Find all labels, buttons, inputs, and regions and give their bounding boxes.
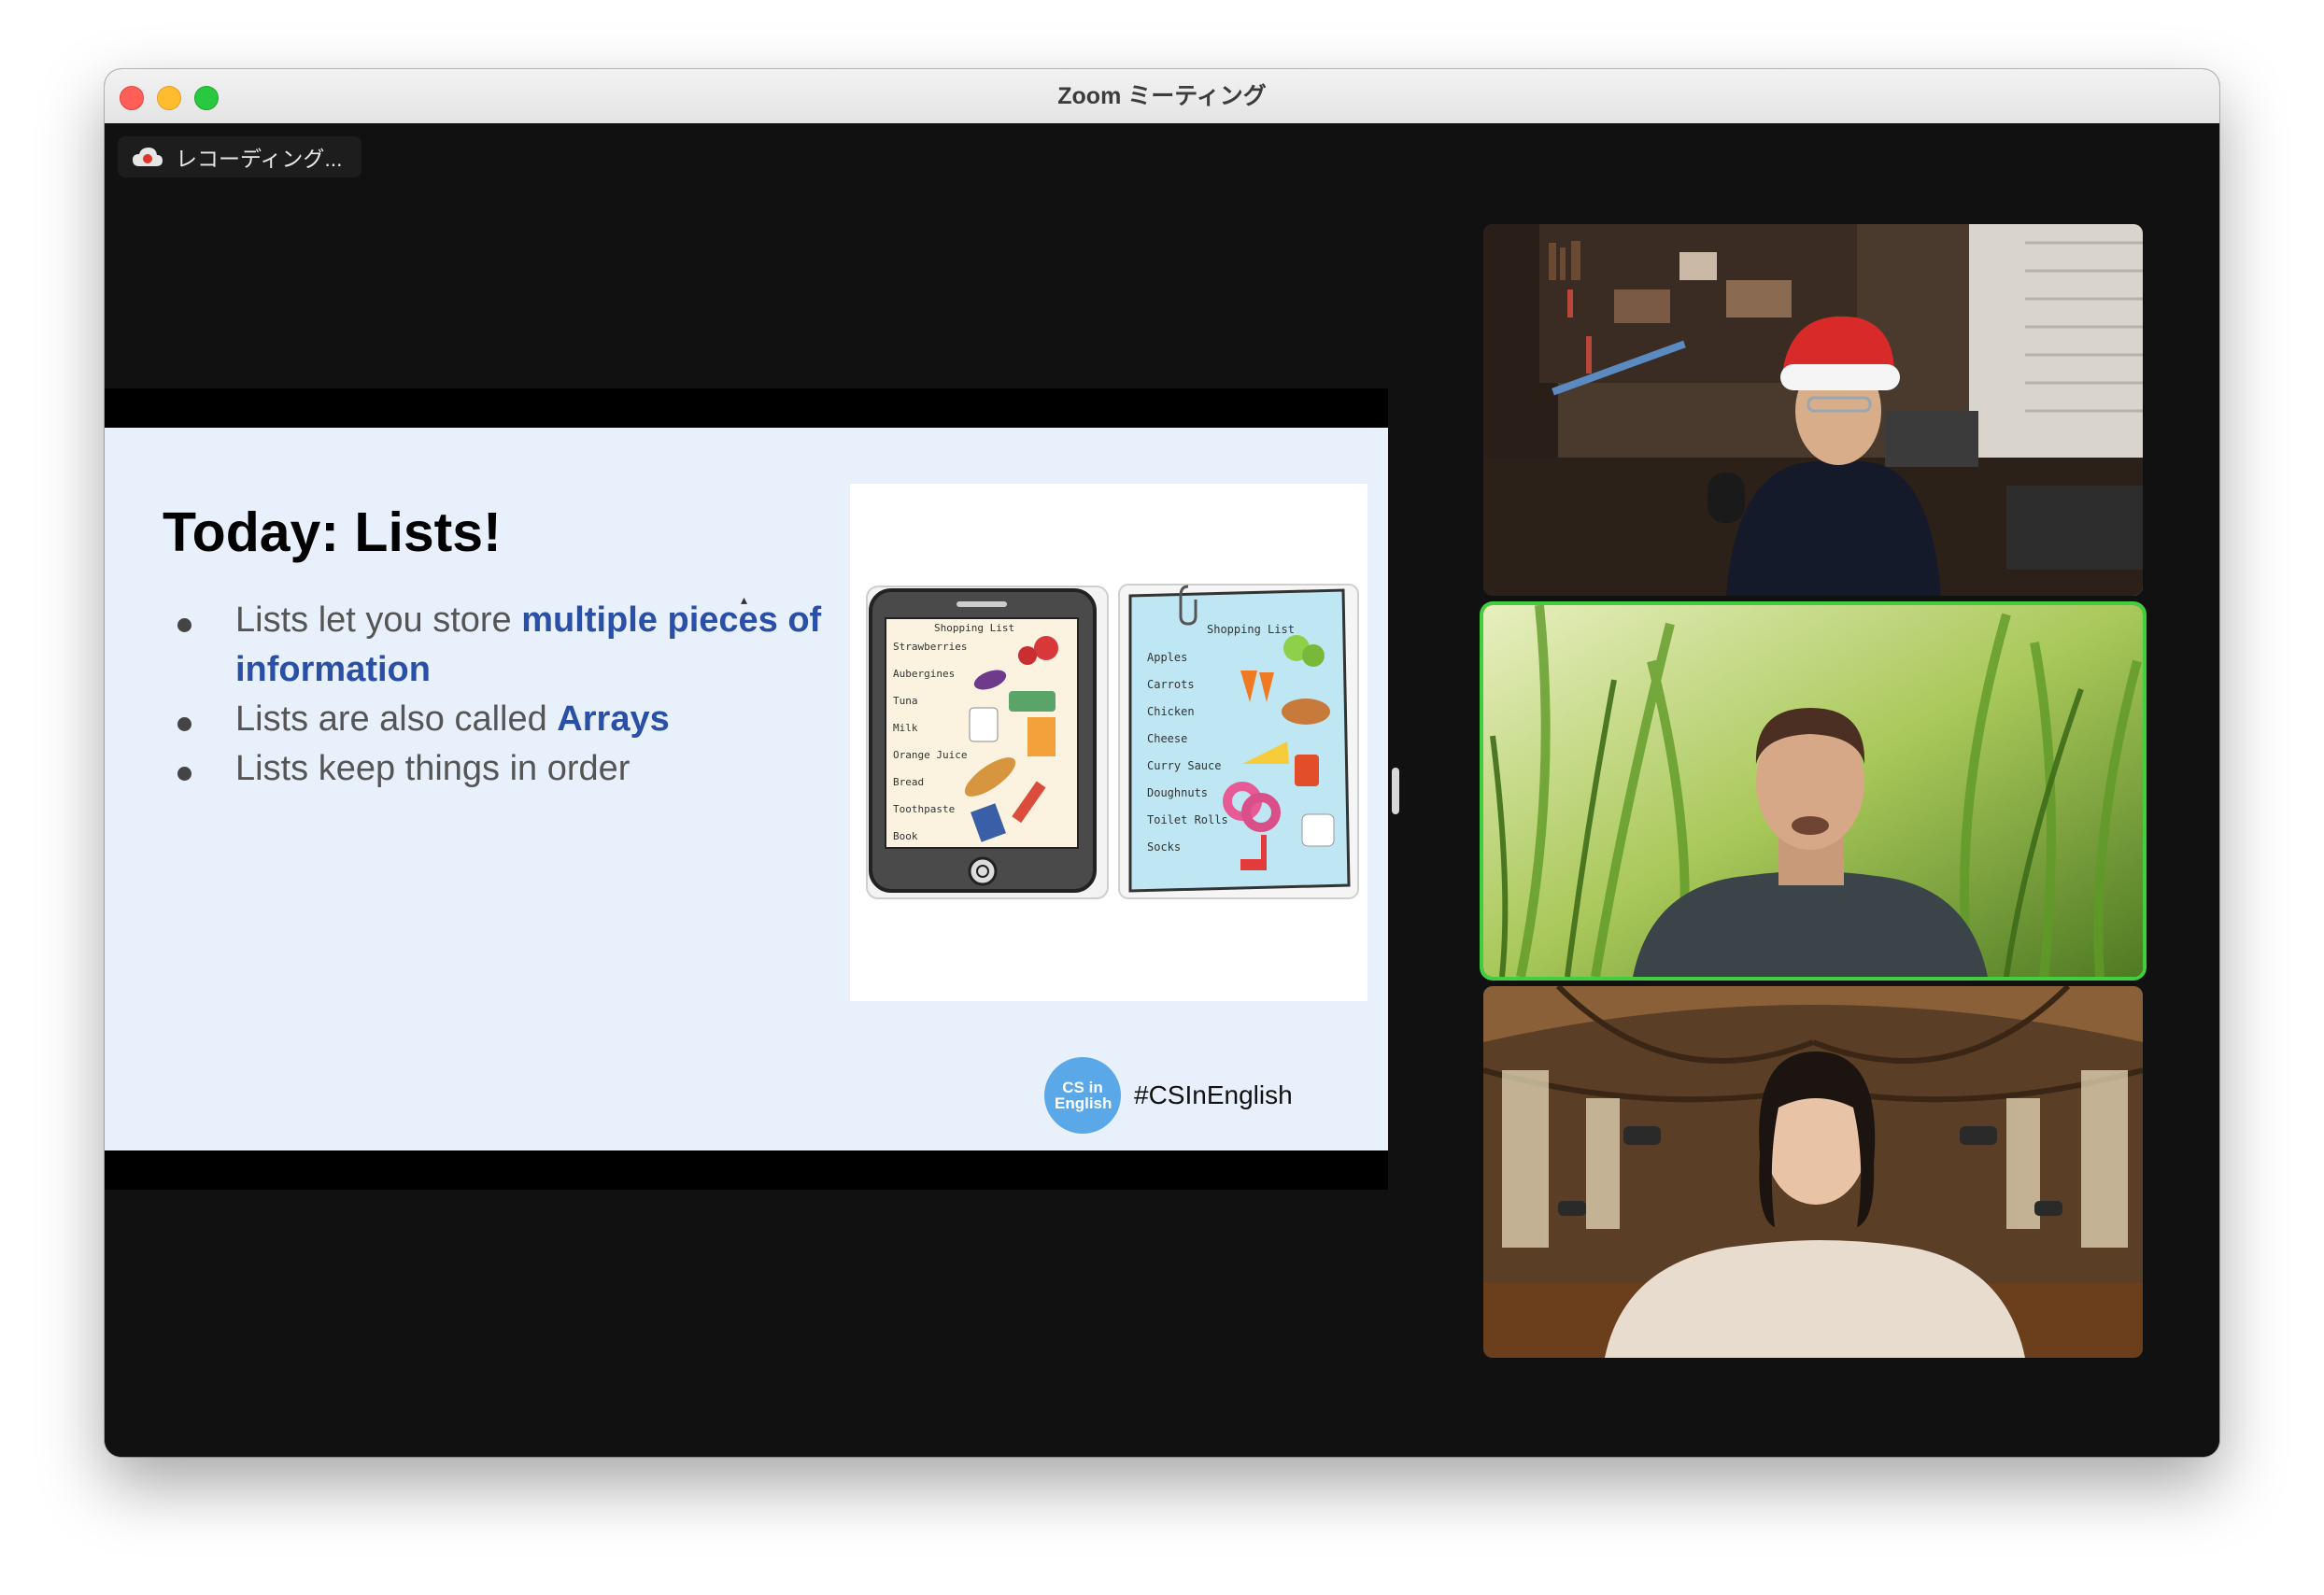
shared-screen[interactable]: Today: Lists! ▴ Lists let you store mult… bbox=[105, 388, 1388, 1190]
tablet-list-header: Shopping List bbox=[934, 622, 1014, 634]
list-item: Cheese bbox=[1147, 732, 1187, 745]
bullet-dot-icon bbox=[177, 767, 191, 781]
panel-resize-handle[interactable] bbox=[1392, 768, 1399, 814]
list-item: Toilet Rolls bbox=[1147, 813, 1228, 826]
list-item: Chicken bbox=[1147, 705, 1195, 718]
recording-label: レコーディング... bbox=[176, 147, 343, 171]
list-item: Apples bbox=[1147, 651, 1187, 664]
logo-text: CS in English bbox=[1055, 1079, 1112, 1112]
meeting-content: レコーディング... Today: Lists! ▴ Lists let you… bbox=[105, 123, 2219, 1457]
participant-video-frame bbox=[1483, 224, 2143, 596]
slide-bullet: Lists are also called Arrays bbox=[170, 695, 824, 744]
recording-indicator[interactable]: レコーディング... bbox=[118, 136, 361, 177]
presentation-slide: Today: Lists! ▴ Lists let you store mult… bbox=[105, 428, 1388, 1150]
paper-list-header: Shopping List bbox=[1207, 623, 1295, 636]
participant-video-frame bbox=[1483, 605, 2143, 977]
window-title: Zoom ミーティング bbox=[1057, 83, 1267, 109]
cs-in-english-logo: CS in English bbox=[1044, 1057, 1121, 1134]
list-item: Book bbox=[893, 830, 918, 842]
participant-video-1[interactable] bbox=[1483, 224, 2143, 596]
bullet-text: Lists let you store bbox=[235, 600, 522, 640]
list-item: Toothpaste bbox=[893, 803, 955, 815]
participant-video-3[interactable] bbox=[1483, 986, 2143, 1358]
bullet-dot-icon bbox=[177, 717, 191, 731]
list-item: Carrots bbox=[1147, 678, 1195, 691]
bullet-dot-icon bbox=[177, 618, 191, 632]
shopping-list-illustration: Shopping List StrawberriesAuberginesTu bbox=[850, 484, 1367, 1001]
list-item: Curry Sauce bbox=[1147, 759, 1221, 772]
list-item: Tuna bbox=[893, 695, 918, 707]
participant-video-frame bbox=[1483, 986, 2143, 1358]
participant-video-2-active-speaker[interactable] bbox=[1483, 605, 2143, 977]
tablet-illustration: Shopping List StrawberriesAuberginesTuna… bbox=[866, 586, 1109, 899]
title-bar: Zoom ミーティング bbox=[105, 69, 2219, 124]
slide-title: Today: Lists! bbox=[163, 501, 502, 563]
cloud-recording-icon bbox=[133, 148, 163, 166]
list-item: Strawberries bbox=[893, 641, 967, 653]
paper-list-illustration: Shopping List ApplesCarrotsChickenCheese… bbox=[1118, 584, 1359, 899]
bullet-highlight: Arrays bbox=[557, 699, 670, 739]
list-item: Orange Juice bbox=[893, 749, 967, 761]
slide-bullet: Lists let you store multiple pieces of i… bbox=[170, 596, 824, 695]
slide-bullet-list: Lists let you store multiple pieces of i… bbox=[170, 596, 824, 794]
cs-in-english-brand: CS in English #CSInEnglish bbox=[1044, 1057, 1293, 1134]
list-item: Milk bbox=[893, 722, 918, 734]
slide-bullet: Lists keep things in order bbox=[170, 744, 824, 794]
list-item: Aubergines bbox=[893, 668, 955, 680]
list-item: Bread bbox=[893, 776, 924, 788]
hashtag: #CSInEnglish bbox=[1134, 1080, 1293, 1109]
zoom-window: Zoom ミーティング レコーディング... Today: Lists! ▴ L… bbox=[105, 69, 2219, 1457]
list-item: Socks bbox=[1147, 840, 1181, 854]
bullet-text: Lists are also called bbox=[235, 699, 558, 739]
bullet-text: Lists keep things in order bbox=[235, 749, 631, 788]
list-item: Doughnuts bbox=[1147, 786, 1208, 799]
